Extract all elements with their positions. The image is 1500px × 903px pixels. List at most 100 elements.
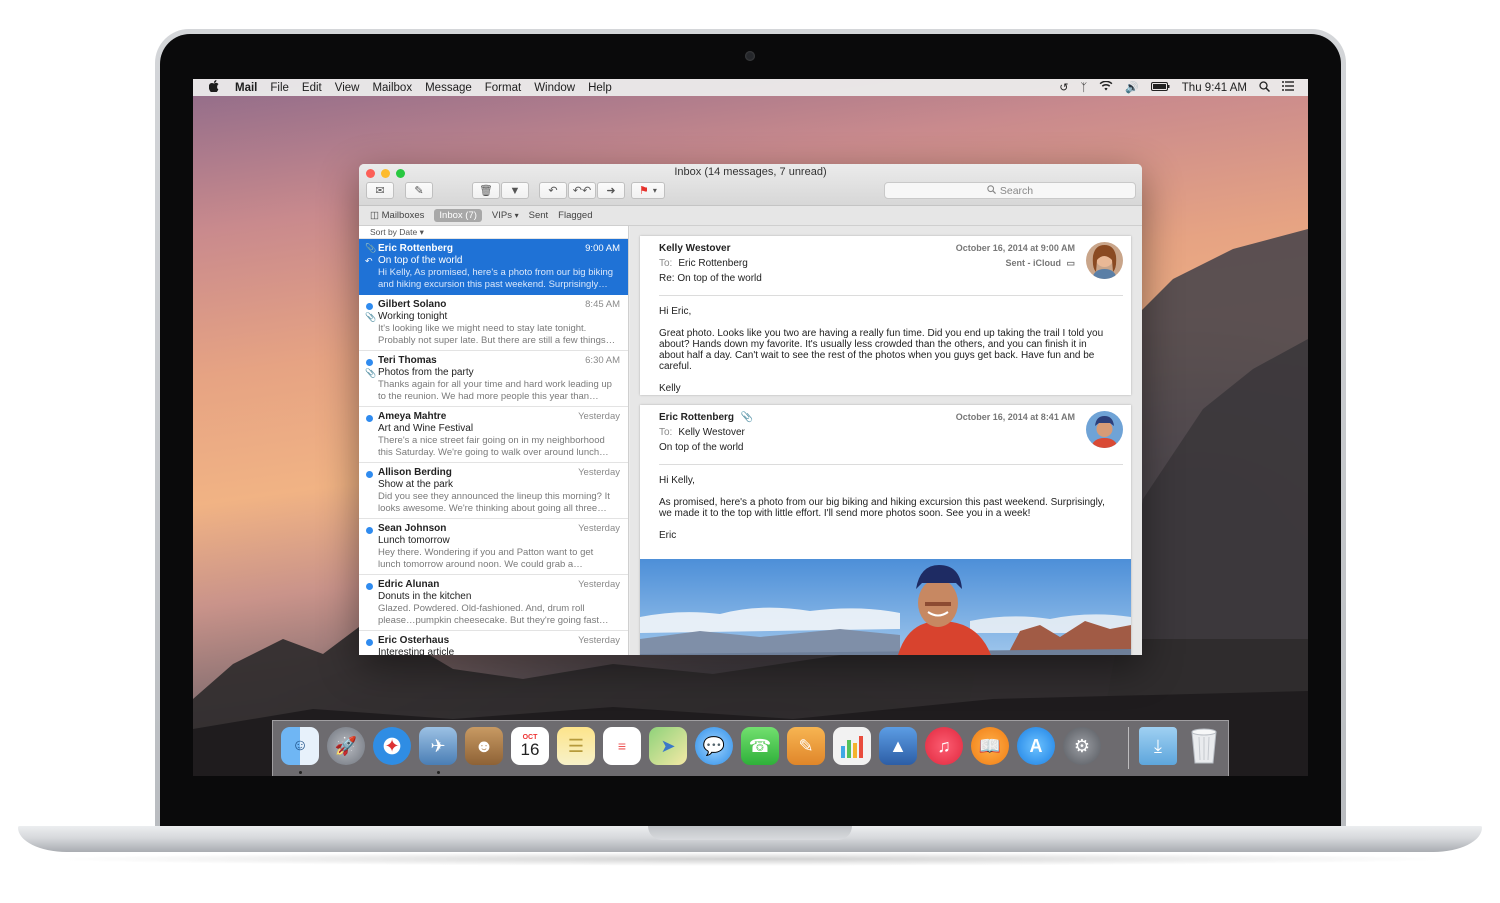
message-card-reply: Kelly Westover To: Eric Rottenberg Re: On… — [640, 236, 1131, 395]
favorites-bar: ◫ Mailboxes Inbox (7) VIPs ▾ Sent Flagge… — [359, 206, 1142, 226]
system-preferences-icon[interactable]: ⚙ — [1063, 727, 1101, 765]
message-preview: It's looking like we might need to stay … — [378, 323, 620, 347]
junk-button[interactable]: ▼ — [501, 182, 529, 199]
menu-window[interactable]: Window — [534, 82, 575, 94]
menu-message[interactable]: Message — [425, 82, 472, 94]
menu-file[interactable]: File — [270, 82, 289, 94]
message-preview: Hi Kelly, As promised, here's a photo fr… — [378, 267, 620, 291]
message-preview: Hey there. Wondering if you and Patton w… — [378, 547, 620, 571]
itunes-icon[interactable]: ♫ — [925, 727, 963, 765]
battery-icon[interactable] — [1150, 81, 1170, 94]
header-sender: Eric Rottenberg 📎 — [659, 412, 753, 423]
search-input[interactable]: Search — [884, 182, 1136, 199]
compose-button[interactable]: ✎ — [405, 182, 433, 199]
header-date: October 16, 2014 at 8:41 AM — [955, 412, 1075, 422]
unread-dot — [366, 415, 373, 422]
reminders-icon[interactable]: ≡ — [603, 727, 641, 765]
message-time: 6:30 AM — [585, 355, 620, 366]
bluetooth-icon[interactable]: ᛉ — [1080, 82, 1087, 94]
time-machine-icon[interactable]: ↺ — [1059, 81, 1068, 94]
list-item[interactable]: Edric Alunan Yesterday Donuts in the kit… — [359, 575, 628, 631]
forward-button[interactable]: ➜ — [597, 182, 625, 199]
message-time: Yesterday — [578, 411, 620, 422]
sent-favorite[interactable]: Sent — [529, 210, 549, 221]
message-list: Sort by Date ▾ 📎 ↶ Eric Rottenberg 9:00 … — [359, 226, 629, 655]
menu-mailbox[interactable]: Mailbox — [372, 82, 412, 94]
folder-icon: ▭ — [1066, 258, 1075, 268]
notes-icon[interactable]: ☰ — [557, 727, 595, 765]
sort-control[interactable]: Sort by Date ▾ — [359, 226, 628, 239]
notification-center-icon[interactable] — [1282, 81, 1294, 94]
message-preview-line: There's a nice street fair going on in m… — [378, 435, 605, 446]
lid-notch — [648, 826, 852, 840]
mailboxes-button[interactable]: ◫ Mailboxes — [370, 210, 424, 221]
mailboxes-label: Mailboxes — [381, 210, 425, 221]
pages-icon[interactable]: ✎ — [787, 727, 825, 765]
mail-window: Inbox (14 messages, 7 unread) ✉ ✎ 🗑 ▼ ↶ — [359, 164, 1142, 655]
status-area: ↺ ᛉ 🔊 Thu 9:41 AM — [1059, 79, 1294, 96]
message-time: 9:00 AM — [585, 243, 620, 254]
ibooks-icon[interactable]: 📖 — [971, 727, 1009, 765]
body-signature: Kelly — [659, 383, 681, 394]
body-text: Great photo. Looks like you two are havi… — [659, 328, 1104, 372]
message-preview-line: Thanks again for all your time and hard … — [378, 379, 612, 390]
list-item[interactable]: Ameya Mahtre Yesterday Art and Wine Fest… — [359, 407, 628, 463]
launchpad-icon[interactable]: 🚀 — [327, 727, 365, 765]
volume-icon[interactable]: 🔊 — [1125, 81, 1139, 94]
chevron-down-icon: ▾ — [514, 211, 519, 220]
menu-format[interactable]: Format — [485, 82, 521, 94]
list-item[interactable]: Allison Berding Yesterday Show at the pa… — [359, 463, 628, 519]
window-title: Inbox (14 messages, 7 unread) — [674, 166, 827, 178]
reply-button[interactable]: ↶ — [539, 182, 567, 199]
message-sender: Teri Thomas — [378, 355, 437, 366]
vips-favorite[interactable]: VIPs ▾ — [492, 210, 519, 221]
reply-all-button[interactable]: ↶↶ — [568, 182, 596, 199]
numbers-icon[interactable] — [833, 727, 871, 765]
menu-edit[interactable]: Edit — [302, 82, 322, 94]
apple-menu-icon[interactable] — [207, 80, 221, 95]
maps-icon[interactable]: ➤ — [649, 727, 687, 765]
message-preview: Did you see they announced the lineup th… — [378, 491, 620, 515]
message-subject: Donuts in the kitchen — [378, 591, 472, 602]
list-item[interactable]: Sean Johnson Yesterday Lunch tomorrow He… — [359, 519, 628, 575]
search-placeholder: Search — [999, 184, 1034, 197]
list-item[interactable]: 📎 Teri Thomas 6:30 AM Photos from the pa… — [359, 351, 628, 407]
menu-view[interactable]: View — [335, 82, 360, 94]
message-preview-line: It's looking like we might need to stay … — [378, 323, 587, 334]
downloads-icon[interactable]: ⤓ — [1139, 727, 1177, 765]
laptop-shadow — [40, 852, 1460, 866]
menu-mail[interactable]: Mail — [235, 82, 257, 94]
header-subject: Re: On top of the world — [659, 273, 762, 284]
get-mail-button[interactable]: ✉ — [366, 182, 394, 199]
calendar-icon[interactable]: OCT 16 — [511, 727, 549, 765]
sender-name: Eric Rottenberg — [659, 412, 735, 423]
message-sender: Eric Rottenberg — [378, 243, 454, 254]
flag-button[interactable]: ⚑ ▾ — [631, 182, 665, 199]
spotlight-icon[interactable] — [1259, 80, 1271, 95]
trash-icon[interactable] — [1185, 727, 1223, 765]
finder-icon[interactable]: ☺ — [281, 727, 319, 765]
menu-help[interactable]: Help — [588, 82, 612, 94]
unread-dot — [366, 583, 373, 590]
messages-icon[interactable]: 💬 — [695, 727, 733, 765]
app-store-icon[interactable]: A — [1017, 727, 1055, 765]
delete-button[interactable]: 🗑 — [472, 182, 500, 199]
safari-icon[interactable]: ✦ — [373, 727, 411, 765]
mail-icon[interactable]: ✈ — [419, 727, 457, 765]
message-subject: Photos from the party — [378, 367, 474, 378]
list-item[interactable]: 📎 Gilbert Solano 8:45 AM Working tonight… — [359, 295, 628, 351]
keynote-icon[interactable]: ▲ — [879, 727, 917, 765]
clock[interactable]: Thu 9:41 AM — [1182, 82, 1247, 94]
attached-photo[interactable] — [640, 559, 1131, 655]
message-subject: Interesting article — [378, 647, 455, 655]
flagged-favorite[interactable]: Flagged — [558, 210, 592, 221]
facetime-icon[interactable]: ☎ — [741, 727, 779, 765]
compose-icon: ✎ — [414, 185, 424, 197]
list-item[interactable]: 📎 ↶ Eric Rottenberg 9:00 AM On top of th… — [359, 239, 628, 295]
list-item[interactable]: Eric Osterhaus Yesterday Interesting art… — [359, 631, 628, 655]
contacts-icon[interactable]: ☻ — [465, 727, 503, 765]
body-greeting: Hi Eric, — [659, 306, 692, 317]
desktop: Mail File Edit View Mailbox Message Form… — [193, 79, 1308, 776]
inbox-favorite[interactable]: Inbox (7) — [434, 209, 482, 222]
wifi-icon[interactable] — [1099, 80, 1113, 94]
